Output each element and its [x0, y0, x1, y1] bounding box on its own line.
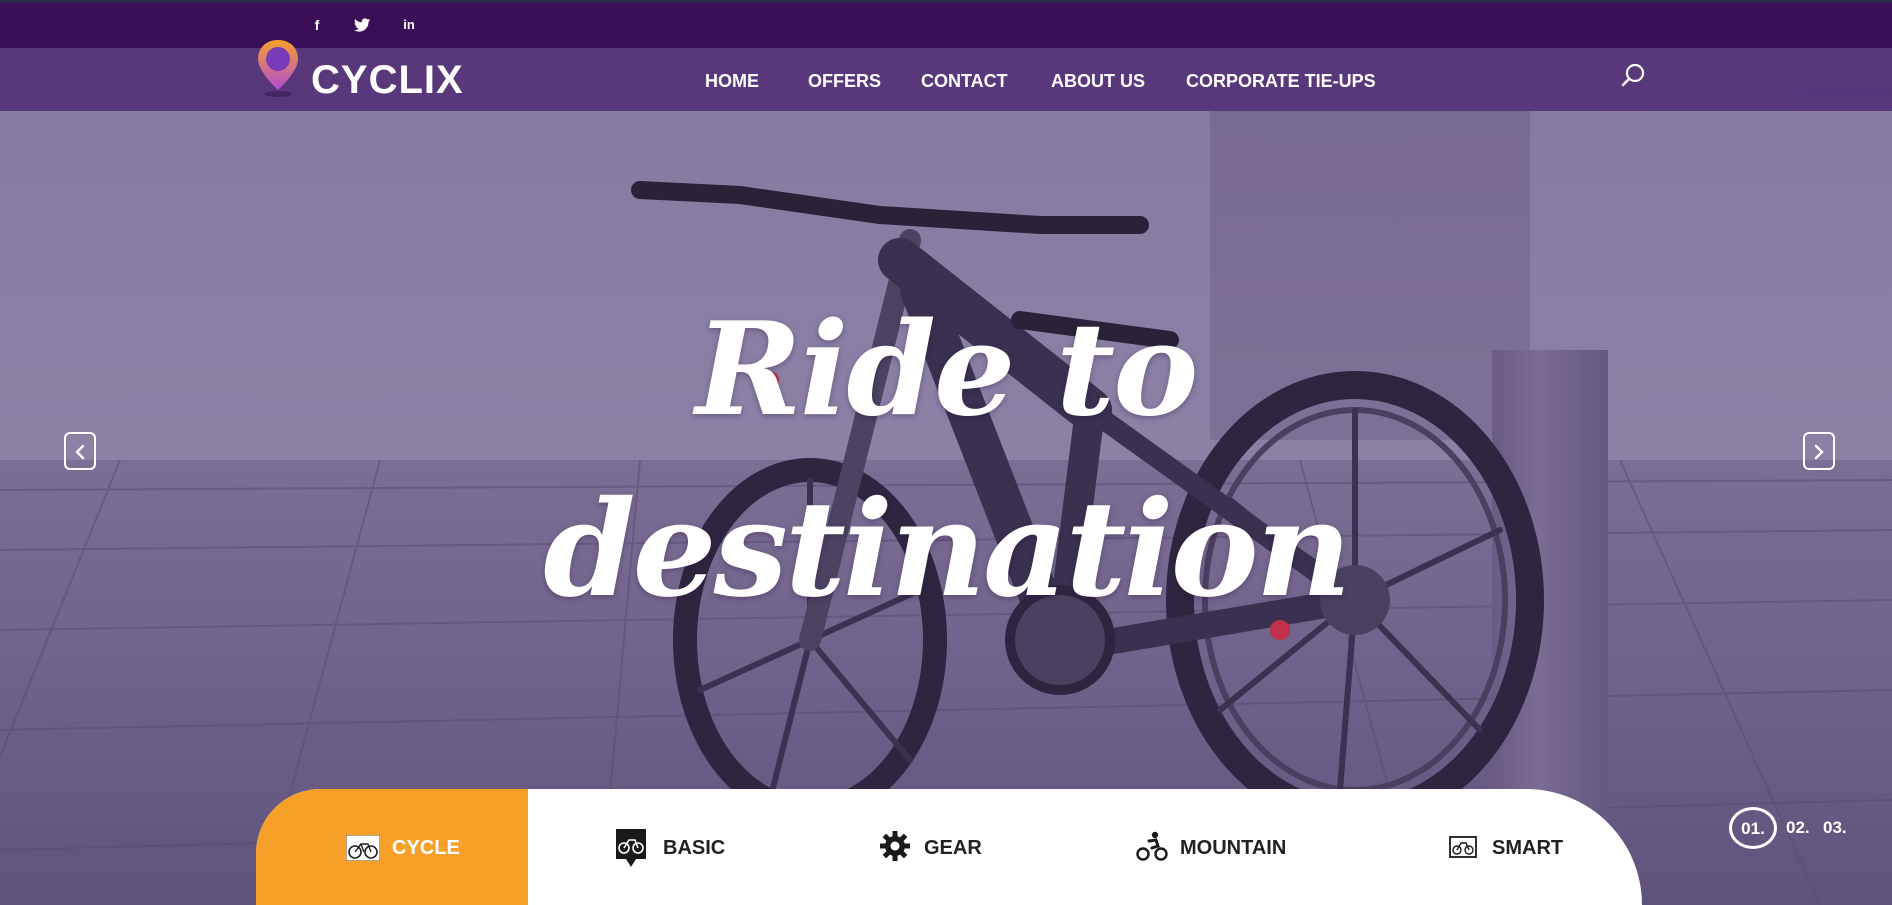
tab-gear-label: GEAR: [924, 837, 982, 859]
tab-smart-label: SMART: [1492, 837, 1564, 859]
brand-logo[interactable]: CYCLIX: [311, 57, 464, 103]
smart-bike-icon: [1449, 836, 1477, 858]
search-icon[interactable]: [1620, 62, 1646, 88]
slide-page-1-label: 01.: [1741, 819, 1765, 838]
tab-cycle-label: CYCLE: [392, 837, 460, 859]
tab-basic-label: BASIC: [663, 837, 726, 859]
tab-mountain-label: MOUNTAIN: [1180, 837, 1287, 859]
slide-page-2[interactable]: 02.: [1786, 818, 1810, 838]
slide-page-3[interactable]: 03.: [1809, 818, 1847, 838]
nav-corporate-tie-ups[interactable]: CORPORATE TIE-UPS: [1186, 70, 1376, 92]
chevron-left-icon: [75, 444, 85, 460]
facebook-icon[interactable]: f: [306, 14, 328, 36]
cycle-icon: [346, 835, 380, 861]
mountain-bike-icon: [1136, 831, 1168, 861]
hero-title-line-1: Ride to: [695, 295, 1199, 445]
slider-next-button[interactable]: [1803, 432, 1835, 470]
category-tabs: CYCLE BASIC GEAR MOUNTAIN SMART: [256, 789, 1642, 905]
linkedin-icon[interactable]: in: [398, 14, 420, 36]
slide-page-1[interactable]: 01.: [1729, 807, 1777, 849]
nav-home[interactable]: HOME: [705, 70, 759, 92]
slider-prev-button[interactable]: [64, 432, 96, 470]
twitter-icon[interactable]: [351, 14, 373, 36]
tab-cycle[interactable]: CYCLE: [256, 789, 528, 905]
tab-gear[interactable]: GEAR: [788, 789, 1038, 905]
chevron-right-icon: [1814, 444, 1824, 460]
hero-title-line-2: destination: [543, 472, 1351, 627]
nav-about-us[interactable]: ABOUT US: [1051, 70, 1145, 92]
nav-contact[interactable]: CONTACT: [921, 70, 1008, 92]
gear-icon: [880, 831, 910, 861]
tab-basic[interactable]: BASIC: [528, 789, 788, 905]
basic-bike-icon: [616, 829, 646, 867]
location-pin-logo-icon: [258, 40, 298, 97]
tab-mountain[interactable]: MOUNTAIN: [1038, 789, 1338, 905]
nav-offers[interactable]: OFFERS: [808, 70, 881, 92]
tab-smart[interactable]: SMART: [1338, 789, 1642, 905]
